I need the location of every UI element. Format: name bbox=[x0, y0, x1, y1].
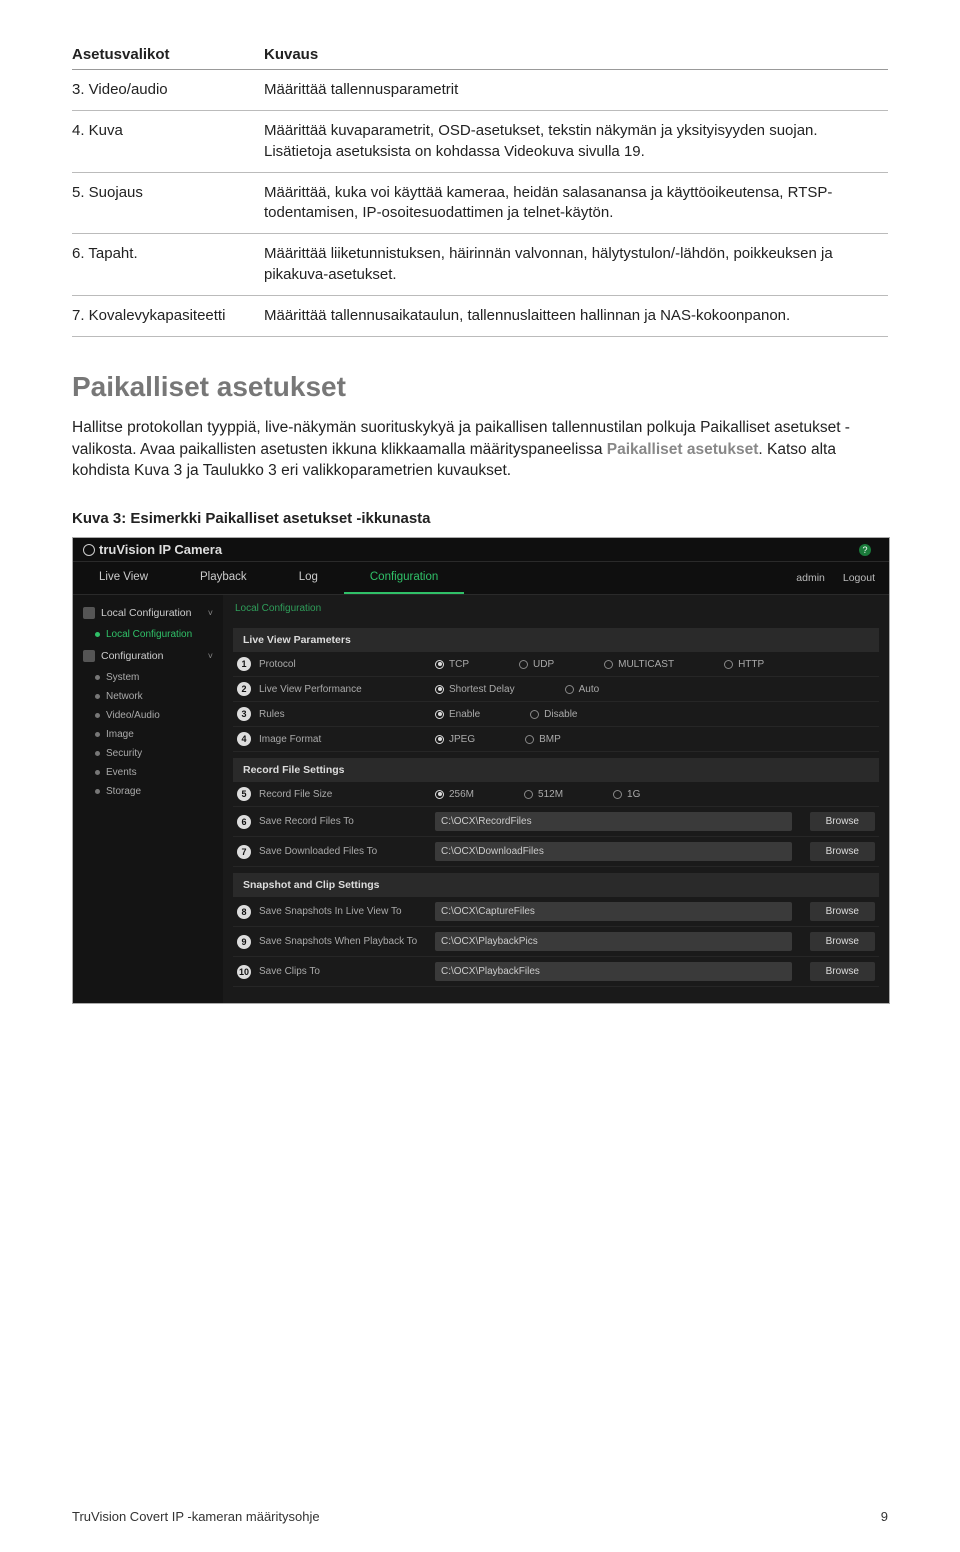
radio-tcp[interactable]: TCP bbox=[435, 659, 469, 670]
row-image-format: 4 Image Format JPEG BMP bbox=[233, 727, 879, 752]
radio-bmp[interactable]: BMP bbox=[525, 734, 561, 745]
sidebar: Local Configuration˅ Local Configuration… bbox=[73, 595, 223, 1003]
help-icon[interactable]: ? bbox=[859, 544, 871, 556]
group-live-view-parameters: Live View Parameters bbox=[233, 628, 879, 652]
sidebar-item-storage[interactable]: Storage bbox=[73, 782, 223, 801]
row-save-downloaded-files: 7 Save Downloaded Files To C:\OCX\Downlo… bbox=[233, 837, 879, 867]
row-protocol: 1 Protocol TCP UDP MULTICAST HTTP bbox=[233, 652, 879, 677]
breadcrumb: Local Configuration bbox=[233, 601, 879, 622]
row-save-clips: 10 Save Clips To C:\OCX\PlaybackFiles Br… bbox=[233, 957, 879, 987]
radio-http[interactable]: HTTP bbox=[724, 659, 764, 670]
settings-panel: Local Configuration Live View Parameters… bbox=[223, 595, 889, 1003]
chevron-down-icon: ˅ bbox=[208, 651, 213, 661]
path-playback-files[interactable]: C:\OCX\PlaybackFiles bbox=[435, 962, 792, 981]
tab-playback[interactable]: Playback bbox=[174, 562, 273, 594]
sidebar-item-local-configuration[interactable]: Local Configuration bbox=[73, 625, 223, 644]
tab-configuration[interactable]: Configuration bbox=[344, 562, 464, 594]
group-snapshot-clip-settings: Snapshot and Clip Settings bbox=[233, 873, 879, 897]
callout-5: 5 bbox=[237, 787, 251, 801]
tab-log[interactable]: Log bbox=[273, 562, 344, 594]
radio-shortest-delay[interactable]: Shortest Delay bbox=[435, 684, 515, 695]
row-record-file-size: 5 Record File Size 256M 512M 1G bbox=[233, 782, 879, 807]
logout-link[interactable]: Logout bbox=[843, 572, 875, 584]
callout-9: 9 bbox=[237, 935, 251, 949]
table-row: 7. KovalevykapasiteettiMäärittää tallenn… bbox=[72, 295, 888, 336]
radio-udp[interactable]: UDP bbox=[519, 659, 554, 670]
path-record-files[interactable]: C:\OCX\RecordFiles bbox=[435, 812, 792, 831]
radio-enable[interactable]: Enable bbox=[435, 709, 480, 720]
row-save-record-files: 6 Save Record Files To C:\OCX\RecordFile… bbox=[233, 807, 879, 837]
row-rules: 3 Rules Enable Disable bbox=[233, 702, 879, 727]
table-row: 6. Tapaht.Määrittää liiketunnistuksen, h… bbox=[72, 234, 888, 296]
callout-4: 4 bbox=[237, 732, 251, 746]
current-user: admin bbox=[796, 572, 825, 584]
row-save-snapshots-playback: 9 Save Snapshots When Playback To C:\OCX… bbox=[233, 927, 879, 957]
table-row: 5. SuojausMäärittää, kuka voi käyttää ka… bbox=[72, 172, 888, 234]
browse-button[interactable]: Browse bbox=[810, 932, 875, 951]
app-logo: truVision IP Camera bbox=[83, 542, 222, 557]
th-menus: Asetusvalikot bbox=[72, 40, 264, 70]
section-heading: Paikalliset asetukset bbox=[72, 371, 888, 403]
table-row: 4. KuvaMäärittää kuvaparametrit, OSD-ase… bbox=[72, 111, 888, 173]
radio-256m[interactable]: 256M bbox=[435, 789, 474, 800]
table-row: 3. Video/audioMäärittää tallennusparamet… bbox=[72, 70, 888, 111]
th-desc: Kuvaus bbox=[264, 40, 888, 70]
radio-disable[interactable]: Disable bbox=[530, 709, 577, 720]
callout-6: 6 bbox=[237, 815, 251, 829]
screenshot-local-configuration: truVision IP Camera ? Live View Playback… bbox=[72, 537, 890, 1004]
browse-button[interactable]: Browse bbox=[810, 842, 875, 861]
browse-button[interactable]: Browse bbox=[810, 812, 875, 831]
callout-10: 10 bbox=[237, 965, 251, 979]
path-capture-files[interactable]: C:\OCX\CaptureFiles bbox=[435, 902, 792, 921]
main-tabs: Live View Playback Log Configuration adm… bbox=[73, 562, 889, 595]
page-number: 9 bbox=[881, 1509, 888, 1524]
tab-live-view[interactable]: Live View bbox=[73, 562, 174, 594]
radio-auto[interactable]: Auto bbox=[565, 684, 600, 695]
inline-bold: Paikalliset asetukset bbox=[607, 441, 759, 458]
row-save-snapshots-live: 8 Save Snapshots In Live View To C:\OCX\… bbox=[233, 897, 879, 927]
figure-caption: Kuva 3: Esimerkki Paikalliset asetukset … bbox=[72, 510, 888, 527]
radio-512m[interactable]: 512M bbox=[524, 789, 563, 800]
group-record-file-settings: Record File Settings bbox=[233, 758, 879, 782]
callout-3: 3 bbox=[237, 707, 251, 721]
radio-jpeg[interactable]: JPEG bbox=[435, 734, 475, 745]
browse-button[interactable]: Browse bbox=[810, 902, 875, 921]
callout-2: 2 bbox=[237, 682, 251, 696]
callout-1: 1 bbox=[237, 657, 251, 671]
sidebar-item-network[interactable]: Network bbox=[73, 687, 223, 706]
logo-icon bbox=[83, 544, 95, 556]
sidebar-item-events[interactable]: Events bbox=[73, 763, 223, 782]
callout-7: 7 bbox=[237, 845, 251, 859]
chevron-down-icon: ˅ bbox=[208, 608, 213, 618]
callout-8: 8 bbox=[237, 905, 251, 919]
local-config-icon bbox=[83, 607, 95, 619]
browse-button[interactable]: Browse bbox=[810, 962, 875, 981]
path-downloaded-files[interactable]: C:\OCX\DownloadFiles bbox=[435, 842, 792, 861]
sidebar-item-security[interactable]: Security bbox=[73, 744, 223, 763]
page-footer: TruVision Covert IP -kameran määritysohj… bbox=[72, 1509, 888, 1524]
body-paragraph: Hallitse protokollan tyyppiä, live-näkym… bbox=[72, 417, 888, 482]
footer-title: TruVision Covert IP -kameran määritysohj… bbox=[72, 1509, 320, 1524]
path-playback-pics[interactable]: C:\OCX\PlaybackPics bbox=[435, 932, 792, 951]
sidebar-item-video-audio[interactable]: Video/Audio bbox=[73, 706, 223, 725]
radio-multicast[interactable]: MULTICAST bbox=[604, 659, 674, 670]
wrench-icon bbox=[83, 650, 95, 662]
radio-1g[interactable]: 1G bbox=[613, 789, 640, 800]
sidebar-group-local[interactable]: Local Configuration˅ bbox=[73, 601, 223, 625]
sidebar-item-system[interactable]: System bbox=[73, 668, 223, 687]
sidebar-item-image[interactable]: Image bbox=[73, 725, 223, 744]
settings-table: Asetusvalikot Kuvaus 3. Video/audioMääri… bbox=[72, 40, 888, 337]
sidebar-group-configuration[interactable]: Configuration˅ bbox=[73, 644, 223, 668]
row-live-view-performance: 2 Live View Performance Shortest Delay A… bbox=[233, 677, 879, 702]
